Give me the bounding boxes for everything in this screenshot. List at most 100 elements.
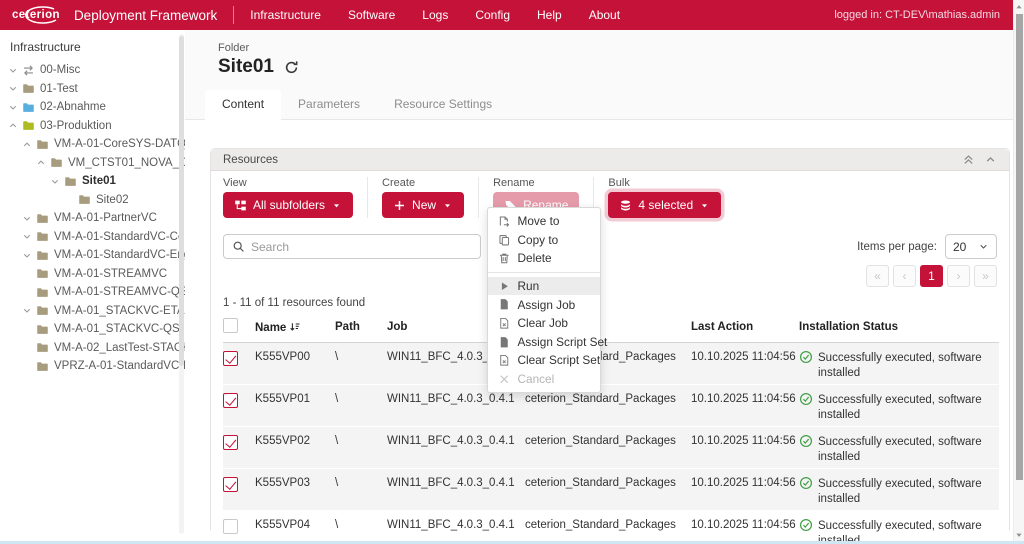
cell-job: WIN11_BFC_4.0.3_0.4.1 [387, 427, 525, 469]
prev-page-button[interactable]: ‹ [893, 265, 916, 287]
tree-item[interactable]: VM-A-01-STREAMVC [0, 265, 185, 284]
bulk-actions-menu: Move to Copy to Delete Run [487, 207, 601, 393]
menu-item[interactable]: Clear Job [488, 314, 600, 333]
tree-chevron-icon[interactable] [20, 342, 34, 353]
row-checkbox[interactable] [223, 393, 238, 408]
tree-item-label: 01-Test [40, 83, 78, 95]
folder-icon [36, 212, 49, 225]
menu-item[interactable]: Copy to [488, 231, 600, 250]
chevron-down-icon[interactable] [48, 176, 62, 187]
chevron-down-icon[interactable] [6, 102, 20, 113]
search-input[interactable] [251, 240, 472, 254]
first-page-button[interactable]: « [866, 265, 889, 287]
tree-item[interactable]: Site02 [0, 191, 185, 210]
all-subfolders-button[interactable]: All subfolders [223, 192, 353, 218]
scrollbar-thumb[interactable] [1016, 14, 1023, 480]
chevron-up-icon[interactable] [6, 120, 20, 131]
bulk-selected-button[interactable]: 4 selected [608, 192, 721, 218]
tree-item[interactable]: 01-Test [0, 80, 185, 99]
chevron-down-icon[interactable] [20, 305, 34, 316]
items-per-page-select[interactable]: 20 [945, 234, 997, 259]
triangle-down-icon[interactable] [1014, 529, 1024, 541]
tree-chevron-icon[interactable] [62, 194, 76, 205]
column-header-path[interactable]: Path [335, 314, 387, 343]
tree-item[interactable]: 00-Misc [0, 61, 185, 80]
menu-item[interactable]: Delete [488, 249, 600, 268]
table-row[interactable]: K555VP04 \ WIN11_BFC_4.0.3_0.4.1 ceterio… [223, 511, 999, 544]
navbar-divider [233, 6, 234, 24]
chevron-down-icon[interactable] [6, 65, 20, 76]
sidebar-scrollbar[interactable] [179, 34, 184, 534]
menu-item[interactable]: Assign Script Set [488, 333, 600, 352]
refresh-icon[interactable] [284, 60, 299, 75]
tree-item[interactable]: VM-A-01_STACKVC-ETA [0, 302, 185, 321]
tree-item[interactable]: VM-A-01-StandardVC-Engineerin [0, 246, 185, 265]
row-checkbox[interactable] [223, 435, 238, 450]
chevron-down-icon[interactable] [6, 83, 20, 94]
success-icon [799, 518, 813, 532]
tree-item[interactable]: VM-A-02_LastTest-STACKVC-ETA [0, 339, 185, 358]
new-button[interactable]: New [382, 192, 464, 218]
tree-chevron-icon[interactable] [20, 361, 34, 372]
folder-icon [22, 82, 35, 95]
tree-chevron-icon[interactable] [20, 287, 34, 298]
window-scrollbar[interactable] [1013, 0, 1024, 544]
column-header-installation-status[interactable]: Installation Status [799, 314, 999, 343]
tree-chevron-icon[interactable] [20, 268, 34, 279]
chevron-up-icon[interactable] [984, 153, 997, 166]
folder-icon [22, 119, 35, 132]
tree-item[interactable]: VM-A-01-PartnerVC [0, 209, 185, 228]
next-page-button[interactable]: › [947, 265, 970, 287]
folder-icon [36, 360, 49, 373]
tree-chevron-icon[interactable] [20, 324, 34, 335]
table-row[interactable]: K555VP00 \ WIN11_BFC_4.0.3_0.4.1 ceterio… [223, 343, 999, 385]
last-page-button[interactable]: » [974, 265, 997, 287]
table-row[interactable]: K555VP02 \ WIN11_BFC_4.0.3_0.4.1 ceterio… [223, 427, 999, 469]
tree-item[interactable]: 03-Produktion [0, 117, 185, 136]
caret-down-icon [699, 200, 710, 211]
triangle-up-icon[interactable] [1014, 1, 1024, 13]
row-checkbox[interactable] [223, 477, 238, 492]
menu-item[interactable]: Assign Job [488, 295, 600, 314]
chevrons-up-icon[interactable] [962, 153, 975, 166]
chevron-down-icon[interactable] [20, 231, 34, 242]
menu-item[interactable]: Cancel [488, 370, 600, 389]
row-checkbox[interactable] [223, 519, 238, 534]
table-row[interactable]: K555VP01 \ WIN11_BFC_4.0.3_0.4.1 ceterio… [223, 385, 999, 427]
tree-item[interactable]: VM-A-01-CoreSYS-DATQS [0, 135, 185, 154]
tree-item[interactable]: VPRZ-A-01-StandardVC-ETA [0, 357, 185, 376]
tree-item-label: VM-A-01_STACKVC-QS [54, 323, 180, 335]
column-header-name[interactable]: Name [255, 314, 335, 343]
tree-item[interactable]: 02-Abnahme [0, 98, 185, 117]
menu-item[interactable]: Run [488, 277, 600, 296]
tab[interactable]: Parameters [281, 90, 377, 119]
tree-item[interactable]: Site01 [0, 172, 185, 191]
tree-item[interactable]: VM-A-01-StandardVC-Core [0, 228, 185, 247]
chevron-up-icon[interactable] [20, 139, 34, 150]
nav-item[interactable]: Software [348, 8, 395, 22]
tab[interactable]: Resource Settings [377, 90, 509, 119]
select-all-checkbox[interactable] [223, 318, 238, 333]
tab[interactable]: Content [205, 90, 281, 119]
table-row[interactable]: K555VP03 \ WIN11_BFC_4.0.3_0.4.1 ceterio… [223, 469, 999, 511]
nav-item[interactable]: Help [537, 8, 562, 22]
nav-item[interactable]: Infrastructure [250, 8, 321, 22]
plus-icon [393, 199, 406, 212]
nav-item[interactable]: Config [475, 8, 510, 22]
row-checkbox[interactable] [223, 351, 238, 366]
sidebar-scrollbar-thumb[interactable] [179, 36, 184, 366]
chevron-down-icon[interactable] [20, 250, 34, 261]
nav-item[interactable]: Logs [422, 8, 448, 22]
menu-item[interactable]: Move to [488, 212, 600, 231]
cell-path: \ [335, 511, 387, 544]
tree-item[interactable]: VM-A-01-STREAMVC-QS [0, 283, 185, 302]
chevron-down-icon[interactable] [20, 213, 34, 224]
tree-item[interactable]: VM-A-01_STACKVC-QS [0, 320, 185, 339]
chevron-up-icon[interactable] [34, 157, 48, 168]
success-icon [799, 476, 813, 490]
nav-item[interactable]: About [589, 8, 620, 22]
column-header-last-action[interactable]: Last Action [691, 314, 799, 343]
page-1-button[interactable]: 1 [920, 265, 943, 287]
tree-item[interactable]: VM_CTST01_NOVA_CoreSYS-DA [0, 154, 185, 173]
menu-item[interactable]: Clear Script Set [488, 351, 600, 370]
